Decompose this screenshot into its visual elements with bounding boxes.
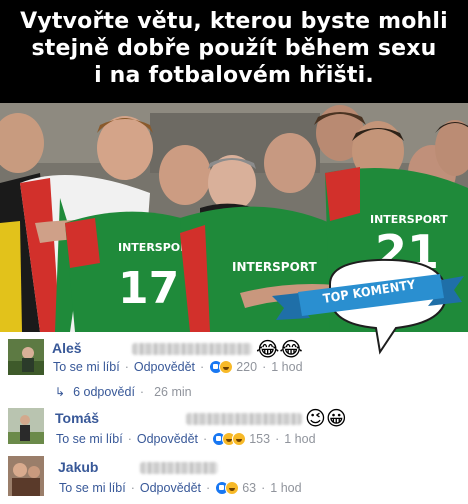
separator-dot: · — [261, 481, 266, 495]
separator-dot: · — [124, 360, 129, 374]
blurred-comment-text — [132, 343, 252, 355]
blurred-comment-text — [140, 462, 218, 474]
view-replies-link[interactable]: ↳ 6 odpovědí · 26 min — [55, 385, 197, 399]
sad-reaction-icon — [232, 432, 247, 446]
reaction-count: 63 — [242, 481, 257, 495]
like-link[interactable]: To se mi líbí — [53, 360, 120, 374]
reaction-count: 220 — [236, 360, 258, 374]
haha-reaction-icon — [225, 481, 240, 495]
avatar[interactable] — [8, 456, 44, 496]
caption-line: i na fotbalovém hřišti. — [94, 63, 374, 88]
comment-actions: To se mi líbí · Odpovědět · 220 · 1 hod — [53, 360, 303, 374]
jersey-number: 17 — [118, 263, 179, 314]
replies-count[interactable]: 6 odpovědí — [73, 385, 135, 399]
separator-dot: · — [127, 432, 132, 446]
reply-link[interactable]: Odpovědět — [137, 432, 198, 446]
separator-dot: · — [203, 432, 208, 446]
replies-time: 26 min — [154, 385, 192, 399]
meme-caption: Vytvořte větu, kterou byste mohli stejně… — [0, 0, 468, 103]
comment-actions: To se mi líbí · Odpovědět · 153 · 1 hod — [56, 432, 316, 446]
blurred-comment-text — [186, 413, 302, 425]
separator-dot: · — [200, 360, 205, 374]
comment-time[interactable]: 1 hod — [284, 432, 315, 446]
like-link[interactable]: To se mi líbí — [59, 481, 126, 495]
comment-time[interactable]: 1 hod — [270, 481, 301, 495]
comment-actions: To se mi líbí · Odpovědět · 63 · 1 hod — [59, 481, 302, 495]
separator-dot: · — [262, 360, 267, 374]
like-link[interactable]: To se mi líbí — [56, 432, 123, 446]
avatar[interactable] — [8, 339, 44, 375]
separator-dot: · — [130, 481, 135, 495]
caption-line: Vytvořte větu, kterou byste mohli — [20, 9, 448, 34]
reactions-icon[interactable] — [209, 360, 234, 374]
comment-time[interactable]: 1 hod — [271, 360, 302, 374]
reply-link[interactable]: Odpovědět — [140, 481, 201, 495]
reaction-count: 153 — [249, 432, 271, 446]
comment-emoji: 😂😂 — [256, 337, 303, 361]
caption-line: stejně dobře použít během sexu — [31, 36, 437, 61]
haha-reaction-icon — [219, 360, 234, 374]
reply-link[interactable]: Odpovědět — [134, 360, 195, 374]
separator-dot: · — [206, 481, 211, 495]
comment-author[interactable]: Jakub — [58, 459, 98, 475]
comment-author[interactable]: Tomáš — [55, 410, 99, 426]
separator-dot: · — [139, 385, 145, 399]
avatar[interactable] — [8, 408, 44, 444]
reactions-icon[interactable] — [212, 432, 247, 446]
separator-dot: · — [275, 432, 280, 446]
reply-arrow-icon: ↳ — [55, 385, 66, 399]
reactions-icon[interactable] — [215, 481, 240, 495]
comment-author[interactable]: Aleš — [52, 340, 82, 356]
comment-emoji: 😉😀 — [305, 406, 347, 430]
